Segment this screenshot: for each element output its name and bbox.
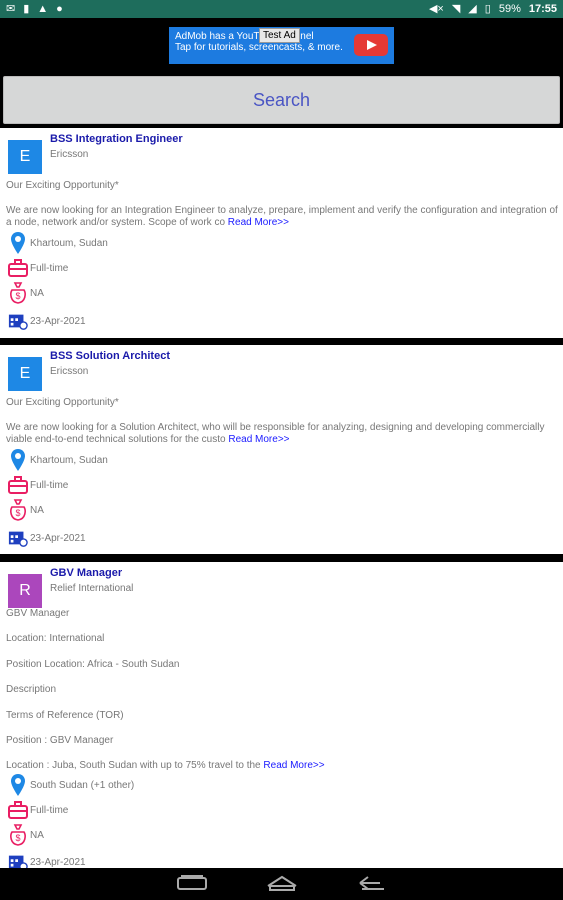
job-location: Khartoum, Sudan [30,454,108,466]
location-row: Khartoum, Sudan [8,449,108,471]
job-salary: NA [30,504,44,516]
navigation-bar [0,868,563,900]
salary-row: $ NA [8,824,44,846]
wifi-icon: ◥ [451,2,461,15]
recent-apps-icon[interactable] [176,874,208,897]
job-card[interactable]: R GBV Manager Relief International GBV M… [0,562,563,871]
job-type: Full-time [30,262,69,274]
company-name: Ericsson [50,366,89,377]
warning-icon: ▲ [37,2,49,15]
battery-icon: ▯ [484,2,491,15]
map-pin-icon [8,232,28,254]
type-row: Full-time [8,801,68,819]
job-type: Full-time [30,479,69,491]
job-description: We are now looking for a Solution Archit… [6,422,545,445]
search-button[interactable]: Search [3,76,560,124]
calendar-icon [8,311,28,331]
calendar-icon [8,528,28,548]
money-bag-icon: $ [8,282,28,304]
company-avatar: E [8,140,42,174]
signal-icon: ◢ [468,2,477,15]
read-more-link[interactable]: Read More>> [228,434,289,445]
youtube-logo-icon [354,34,388,56]
briefcase-icon [8,801,28,819]
job-description: Location : Juba, South Sudan with up to … [6,760,325,771]
briefcase-icon [8,259,28,277]
money-bag-icon: $ [8,824,28,846]
salary-row: $ NA [8,282,44,304]
read-more-link[interactable]: Read More>> [263,760,324,771]
job-date: 23-Apr-2021 [30,315,86,327]
job-description: We are now looking for an Integration En… [6,205,558,228]
job-title[interactable]: BSS Integration Engineer [50,133,183,145]
job-line: Location: International [6,633,105,644]
clock: 17:55 [528,3,557,15]
job-card[interactable]: E BSS Integration Engineer Ericsson Our … [0,128,563,338]
job-intro: Our Exciting Opportunity* [6,397,119,408]
map-pin-icon [8,774,28,796]
salary-row: $ NA [8,499,44,521]
job-type: Full-time [30,804,69,816]
briefcase-icon [8,476,28,494]
map-pin-icon [8,449,28,471]
date-row: 23-Apr-2021 [8,528,86,548]
job-title[interactable]: GBV Manager [50,567,122,579]
home-icon[interactable] [266,874,298,897]
job-location: South Sudan (+1 other) [30,779,135,791]
job-location: Khartoum, Sudan [30,237,108,249]
company-avatar: R [8,574,42,608]
sd-card-icon: ▮ [23,2,30,15]
back-icon[interactable] [356,874,388,897]
status-bar: ✉ ▮ ▲ ● ◀× ◥ ◢ ▯ 59% 17:55 [0,0,563,18]
type-row: Full-time [8,476,68,494]
job-card[interactable]: E BSS Solution Architect Ericsson Our Ex… [0,345,563,554]
svg-text:$: $ [15,833,20,843]
job-line: Terms of Reference (TOR) [6,710,124,721]
company-name: Relief International [50,583,134,594]
mute-icon: ◀× [428,2,444,15]
job-line: Position : GBV Manager [6,735,114,746]
location-row: South Sudan (+1 other) [8,774,134,796]
job-salary: NA [30,829,44,841]
money-bag-icon: $ [8,499,28,521]
message-icon: ✉ [6,2,16,15]
job-line: Position Location: Africa - South Sudan [6,659,180,670]
location-icon: ● [56,2,63,15]
company-avatar: E [8,357,42,391]
type-row: Full-time [8,259,68,277]
company-name: Ericsson [50,149,89,160]
battery-percent: 59% [498,3,521,15]
job-date: 23-Apr-2021 [30,532,86,544]
svg-text:$: $ [15,508,20,518]
job-date: 23-Apr-2021 [30,856,86,868]
ad-banner[interactable]: AdMob has a YouTube channel Tap for tuto… [169,27,394,64]
job-salary: NA [30,287,44,299]
job-line: Description [6,684,57,695]
date-row: 23-Apr-2021 [8,311,86,331]
read-more-link[interactable]: Read More>> [228,217,289,228]
job-line: GBV Manager [6,608,70,619]
svg-text:$: $ [15,291,20,301]
test-ad-label: Test Ad [259,28,300,43]
location-row: Khartoum, Sudan [8,232,108,254]
job-intro: Our Exciting Opportunity* [6,180,119,191]
job-title[interactable]: BSS Solution Architect [50,350,170,362]
